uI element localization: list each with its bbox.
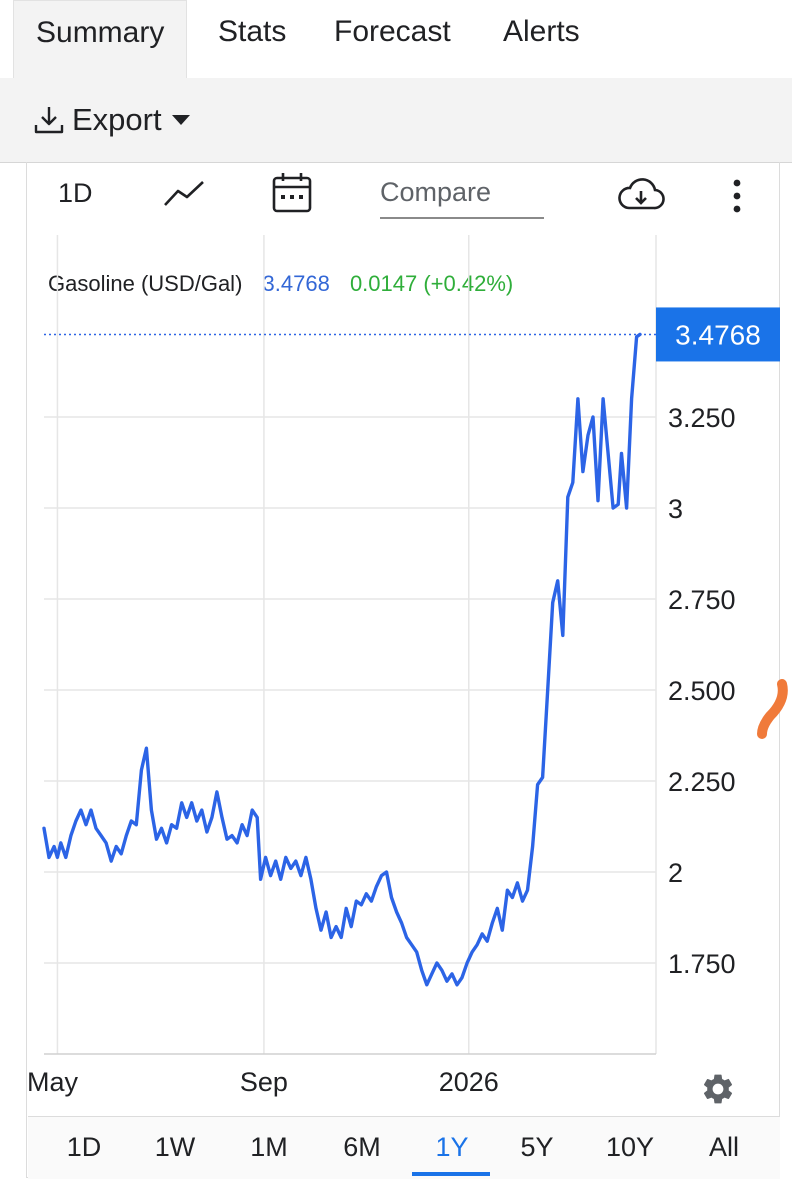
active-range-indicator	[412, 1172, 490, 1176]
range-all[interactable]: All	[684, 1132, 764, 1163]
range-1w[interactable]: 1W	[135, 1132, 215, 1163]
y-tick-label: 3.250	[668, 403, 736, 433]
gear-icon[interactable]	[700, 1071, 736, 1107]
range-5y[interactable]: 5Y	[497, 1132, 577, 1163]
y-tick-label: 3	[668, 494, 683, 524]
price-chart[interactable]: 1.750 2 2.250 2.500 2.750 3 3.250 May Sep 2026 3.4…	[0, 0, 792, 1116]
x-tick-label: Sep	[240, 1067, 288, 1097]
x-tick-label: May	[27, 1067, 79, 1097]
scroll-handle	[757, 679, 788, 739]
range-1m[interactable]: 1M	[229, 1132, 309, 1163]
y-tick-label: 1.750	[668, 949, 736, 979]
range-1y[interactable]: 1Y	[412, 1132, 492, 1163]
y-tick-label: 2	[668, 858, 683, 888]
range-1d[interactable]: 1D	[44, 1132, 124, 1163]
y-tick-label: 2.250	[668, 767, 736, 797]
series-line	[42, 332, 642, 987]
last-price-label: 3.4768	[675, 319, 761, 350]
y-tick-label: 2.750	[668, 585, 736, 615]
x-tick-label: 2026	[439, 1067, 499, 1097]
range-10y[interactable]: 10Y	[590, 1132, 670, 1163]
range-6m[interactable]: 6M	[322, 1132, 402, 1163]
y-tick-label: 2.500	[668, 676, 736, 706]
